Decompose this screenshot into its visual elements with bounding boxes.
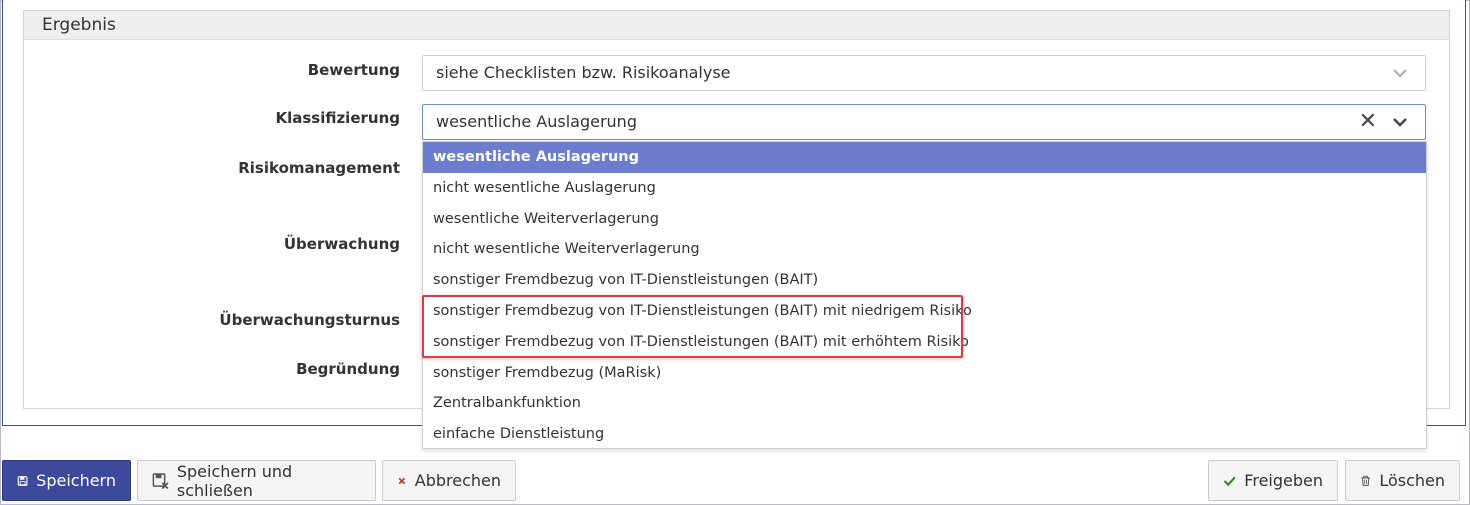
chevron-down-icon[interactable] [1392, 114, 1408, 130]
ueberwachungsturnus-label: Überwachungsturnus [219, 311, 400, 329]
checkmark-icon [1223, 476, 1236, 486]
bewertung-label: Bewertung [307, 61, 400, 79]
delete-button-label: Löschen [1379, 471, 1445, 490]
trash-icon [1361, 475, 1371, 486]
release-button[interactable]: Freigeben [1208, 460, 1338, 501]
cancel-button[interactable]: Abbrechen [382, 460, 516, 501]
dropdown-option[interactable]: sonstiger Fremdbezug von IT-Dienstleistu… [423, 265, 1426, 296]
dropdown-option[interactable]: nicht wesentliche Auslagerung [423, 173, 1426, 204]
klassifizierung-label: Klassifizierung [275, 109, 400, 127]
dropdown-option[interactable]: sonstiger Fremdbezug (MaRisk) [423, 358, 1426, 389]
release-button-label: Freigeben [1244, 471, 1323, 490]
bewertung-select[interactable]: siehe Checklisten bzw. Risikoanalyse [422, 55, 1426, 91]
save-and-close-label: Speichern und schließen [176, 461, 293, 500]
cancel-button-label: Abbrechen [414, 471, 501, 490]
dropdown-option[interactable]: einfache Dienstleistung [423, 419, 1426, 450]
klassifizierung-select[interactable]: wesentliche Auslagerung ✕ [422, 104, 1426, 140]
klassifizierung-dropdown: wesentliche Auslagerung nicht wesentlich… [422, 141, 1427, 449]
chevron-down-icon [1393, 69, 1407, 78]
x-mark-icon [398, 477, 406, 484]
dropdown-option[interactable]: sonstiger Fremdbezug von IT-Dienstleistu… [423, 327, 1426, 358]
delete-button[interactable]: Löschen [1345, 460, 1460, 501]
save-button[interactable]: Speichern [2, 460, 131, 501]
save-button-label: Speichern [36, 471, 116, 490]
begruendung-label: Begründung [296, 360, 400, 378]
risikomanagement-label: Risikomanagement [238, 159, 400, 177]
dropdown-option[interactable]: wesentliche Weiterverlagerung [423, 204, 1426, 235]
clear-x-icon[interactable]: ✕ [1359, 105, 1377, 139]
section-title: Ergebnis [24, 11, 1449, 40]
dropdown-option[interactable]: wesentliche Auslagerung [423, 142, 1426, 173]
dropdown-option[interactable]: nicht wesentliche Weiterverlagerung [423, 234, 1426, 265]
save-and-close-button[interactable]: Speichern und schließen [137, 460, 376, 501]
dropdown-option[interactable]: sonstiger Fremdbezug von IT-Dienstleistu… [423, 296, 1426, 327]
klassifizierung-value: wesentliche Auslagerung [436, 112, 637, 131]
bewertung-value: siehe Checklisten bzw. Risikoanalyse [436, 63, 731, 82]
floppy-disk-close-icon [152, 472, 169, 489]
ueberwachung-label: Überwachung [283, 235, 400, 253]
floppy-disk-icon [17, 475, 28, 486]
dropdown-option[interactable]: Zentralbankfunktion [423, 388, 1426, 419]
